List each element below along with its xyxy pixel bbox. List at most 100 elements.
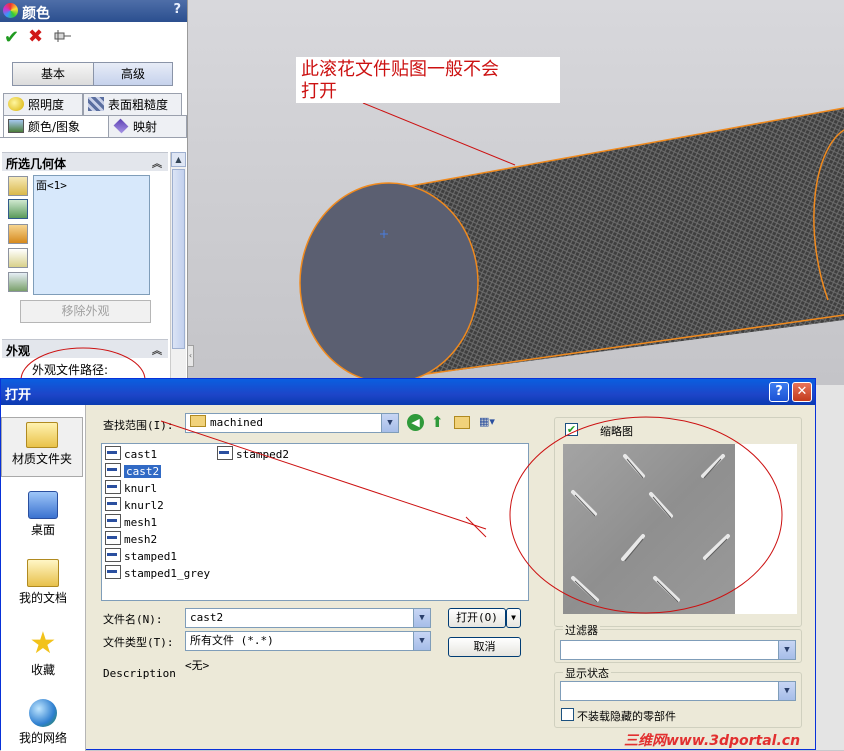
thumbnail-checkbox[interactable]: ✔ xyxy=(565,423,578,436)
mapping-icon xyxy=(113,118,129,134)
close-x-button[interactable]: ✕ xyxy=(792,382,812,402)
watermark-text: 三维网www.3dportal.cn xyxy=(624,733,801,749)
description-label: Description xyxy=(103,667,176,680)
file-item[interactable]: stamped1 xyxy=(105,548,177,564)
filetype-select[interactable]: 所有文件 (*.*) ▼ xyxy=(185,631,431,651)
select-surfaces-icon[interactable] xyxy=(8,224,28,244)
filetype-value: 所有文件 (*.*) xyxy=(190,634,274,647)
tab-mapping-label: 映射 xyxy=(133,120,158,134)
up-folder-icon[interactable]: ⬆ xyxy=(431,414,448,431)
thumbnail-frame xyxy=(563,444,797,614)
open-button[interactable]: 打开(O) xyxy=(448,608,506,628)
place-favorites[interactable]: ★ 收藏 xyxy=(1,629,85,678)
tab-color-image[interactable]: 颜色/图象 xyxy=(3,115,109,138)
scroll-up-arrow-icon[interactable]: ▲ xyxy=(171,152,186,167)
open-button-label: 打开(O) xyxy=(456,611,498,624)
tab-advanced[interactable]: 高级 xyxy=(93,62,173,86)
collapse-chevron-icon[interactable]: ︽ xyxy=(152,155,162,170)
dialog-titlebar: 打开 ? ✕ xyxy=(1,379,815,405)
jpeg-file-icon xyxy=(105,548,121,562)
view-menu-icon[interactable]: ▦▾ xyxy=(479,415,501,430)
tab-illumination[interactable]: 照明度 xyxy=(3,93,83,116)
folder-icon xyxy=(190,415,206,427)
lookin-value: machined xyxy=(210,416,263,429)
tab-surface-finish[interactable]: 表面粗糙度 xyxy=(83,93,182,116)
filter-select[interactable]: ▼ xyxy=(560,640,796,660)
file-item-label: stamped1_grey xyxy=(124,567,211,580)
annotation-line1: 此滚花文件贴图一般不会 xyxy=(301,59,499,80)
dropdown-arrow-icon[interactable]: ▼ xyxy=(413,632,430,650)
place-label: 材质文件夹 xyxy=(11,452,72,466)
file-item-selected[interactable]: cast2 xyxy=(105,463,162,479)
no-load-hidden-checkbox[interactable] xyxy=(561,708,574,721)
filename-label: 文件名(N): xyxy=(103,613,163,626)
select-bodies-icon[interactable] xyxy=(8,272,28,292)
pin-icon[interactable] xyxy=(54,30,71,42)
place-label: 收藏 xyxy=(30,663,55,677)
selection-item[interactable]: 面<1> xyxy=(36,177,67,193)
tab-mapping[interactable]: 映射 xyxy=(108,115,187,138)
scroll-thumb[interactable] xyxy=(172,169,185,349)
jpeg-file-icon xyxy=(105,531,121,545)
selection-listbox[interactable]: 面<1> xyxy=(33,175,150,295)
file-item-label: mesh2 xyxy=(124,533,158,546)
file-item-label: stamped1 xyxy=(124,550,177,563)
file-item[interactable]: cast1 xyxy=(105,446,157,462)
file-list[interactable]: cast1 cast2 knurl knurl2 mesh1 mesh2 sta… xyxy=(101,443,529,601)
help-question-button[interactable]: ? xyxy=(769,382,789,402)
place-material-folder[interactable]: 材质文件夹 xyxy=(1,417,83,477)
file-item[interactable]: mesh2 xyxy=(105,531,157,547)
section-geometry-title: 所选几何体 xyxy=(6,157,67,171)
display-state-label: 显示状态 xyxy=(563,665,611,681)
file-item[interactable]: stamped2 xyxy=(217,446,289,462)
file-item[interactable]: stamped1_grey xyxy=(105,565,210,581)
open-split-arrow[interactable]: ▼ xyxy=(506,608,521,628)
panel-splitter-grip[interactable]: ‹ xyxy=(187,345,194,367)
dropdown-arrow-icon[interactable]: ▼ xyxy=(381,414,398,432)
tab-basic[interactable]: 基本 xyxy=(12,62,94,86)
filename-input[interactable]: cast2 ▼ xyxy=(185,608,431,628)
ok-check-icon[interactable]: ✔ xyxy=(4,27,19,48)
display-state-group: 显示状态 ▼ 不装载隐藏的零部件 xyxy=(554,665,802,728)
remove-appearance-button[interactable]: 移除外观 xyxy=(20,300,151,323)
collapse-chevron-icon[interactable]: ︽ xyxy=(152,342,162,357)
filename-value: cast2 xyxy=(190,611,224,624)
panel-title: 颜色 xyxy=(22,6,50,22)
jpeg-file-icon xyxy=(105,565,121,579)
file-item[interactable]: knurl xyxy=(105,480,157,496)
select-parts-icon[interactable] xyxy=(8,176,28,196)
dropdown-arrow-icon[interactable]: ▼ xyxy=(413,609,430,627)
filter-group: 过滤器 ▼ xyxy=(554,622,802,663)
cancel-button[interactable]: 取消 xyxy=(448,637,521,657)
documents-folder-icon xyxy=(27,559,59,587)
place-label: 桌面 xyxy=(30,523,55,537)
diamond-plate-thumbnail xyxy=(563,444,735,614)
star-icon: ★ xyxy=(29,626,57,661)
place-desktop[interactable]: 桌面 xyxy=(1,491,85,538)
surface-finish-icon xyxy=(88,97,104,111)
property-manager: 颜色 ? ✔ ✖ 基本 高级 照明度 表面粗糙度 颜色/图象 映射 所选几何体 … xyxy=(0,0,188,413)
place-network[interactable]: 我的网络 xyxy=(1,699,85,746)
panel-scrollbar[interactable]: ▲ xyxy=(170,152,186,385)
new-folder-icon[interactable] xyxy=(454,416,470,429)
select-features-icon[interactable] xyxy=(8,248,28,268)
select-faces-icon[interactable] xyxy=(8,199,28,219)
display-state-select[interactable]: ▼ xyxy=(560,681,796,701)
place-my-documents[interactable]: 我的文档 xyxy=(1,559,85,606)
file-item-label: cast2 xyxy=(124,465,162,478)
file-item[interactable]: knurl2 xyxy=(105,497,164,513)
help-button[interactable]: ? xyxy=(173,2,181,17)
file-item-label: knurl2 xyxy=(124,499,164,512)
cancel-button-label: 取消 xyxy=(473,640,496,653)
section-header-geometry[interactable]: 所选几何体 ︽ xyxy=(2,152,168,171)
tab-illumination-label: 照明度 xyxy=(28,98,65,112)
dialog-title: 打开 xyxy=(5,388,32,403)
back-arrow-icon[interactable]: ◀ xyxy=(407,414,424,431)
lookin-combo[interactable]: machined ▼ xyxy=(185,413,399,433)
file-item-label: mesh1 xyxy=(124,516,158,529)
dropdown-arrow-icon[interactable]: ▼ xyxy=(778,682,795,700)
cancel-x-icon[interactable]: ✖ xyxy=(28,26,43,47)
file-item[interactable]: mesh1 xyxy=(105,514,157,530)
lookin-label: 查找范围(I): xyxy=(103,419,174,432)
dropdown-arrow-icon[interactable]: ▼ xyxy=(778,641,795,659)
